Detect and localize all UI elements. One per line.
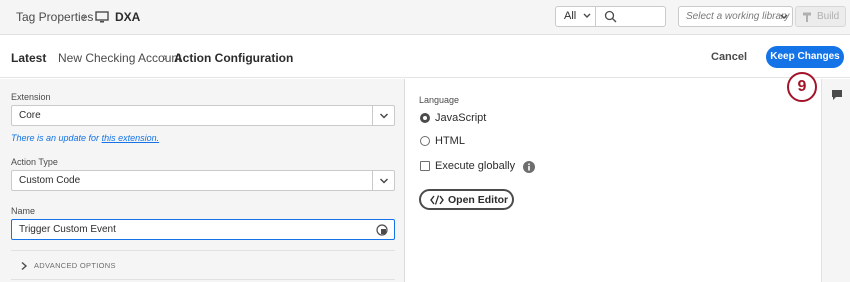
breadcrumb-separator: › xyxy=(163,50,167,64)
radio-javascript[interactable] xyxy=(420,113,430,123)
code-icon xyxy=(430,195,444,205)
chevron-down-icon xyxy=(379,113,389,119)
action-type-select[interactable]: Custom Code xyxy=(11,170,395,191)
advanced-options-label: ADVANCED OPTIONS xyxy=(34,261,116,270)
update-notice-text: There is an update for xyxy=(11,133,102,143)
search-icon[interactable] xyxy=(604,10,617,23)
extension-dropdown-button[interactable] xyxy=(372,106,394,125)
action-header: Latest New Checking Account › Action Con… xyxy=(0,36,850,78)
radio-javascript-label[interactable]: JavaScript xyxy=(435,112,486,124)
chevron-down-icon xyxy=(379,178,389,184)
update-link[interactable]: this extension. xyxy=(102,133,160,143)
side-rail xyxy=(821,79,850,282)
comment-icon[interactable] xyxy=(831,89,843,101)
filter-select-value: All xyxy=(564,10,577,22)
code-settings-panel: Language JavaScript HTML Execute globall… xyxy=(406,79,821,282)
data-element-icon[interactable] xyxy=(376,224,388,236)
open-editor-label: Open Editor xyxy=(448,194,509,206)
breadcrumb-separator: › xyxy=(82,9,87,24)
action-config-form: Extension Core There is an update for th… xyxy=(0,79,405,282)
radio-html[interactable] xyxy=(420,136,430,146)
monitor-icon xyxy=(95,11,109,23)
filter-select[interactable]: All xyxy=(556,7,596,26)
step-number-badge: 9 xyxy=(787,72,817,102)
name-value: Trigger Custom Event xyxy=(19,224,116,235)
extension-select[interactable]: Core xyxy=(11,105,395,126)
property-name: DXA xyxy=(115,10,141,24)
execute-globally-checkbox[interactable] xyxy=(420,161,430,171)
chevron-right-icon xyxy=(21,261,28,271)
extension-value: Core xyxy=(19,110,41,121)
info-icon[interactable] xyxy=(523,161,535,173)
name-label: Name xyxy=(11,206,36,216)
action-type-label: Action Type xyxy=(11,157,58,167)
name-field[interactable]: Trigger Custom Event xyxy=(11,219,395,240)
open-editor-button[interactable]: Open Editor xyxy=(419,189,514,210)
build-label: Build xyxy=(817,11,840,22)
chevron-down-icon xyxy=(780,14,788,19)
action-type-dropdown-button[interactable] xyxy=(372,171,394,190)
hammer-icon xyxy=(803,12,811,22)
action-type-value: Custom Code xyxy=(19,175,81,186)
working-library-select[interactable]: Select a working library xyxy=(678,6,793,27)
chevron-down-icon xyxy=(583,13,591,18)
extension-label: Extension xyxy=(11,92,51,102)
radio-html-label[interactable]: HTML xyxy=(435,135,465,147)
cancel-button[interactable]: Cancel xyxy=(711,51,747,63)
breadcrumb-latest[interactable]: Latest xyxy=(11,51,46,65)
working-library-placeholder: Select a working library xyxy=(686,11,790,22)
page-title: Action Configuration xyxy=(174,51,294,65)
execute-globally-label[interactable]: Execute globally xyxy=(435,160,515,172)
language-label: Language xyxy=(419,95,460,105)
advanced-options-toggle[interactable]: ADVANCED OPTIONS xyxy=(11,250,395,280)
keep-changes-button[interactable]: Keep Changes xyxy=(766,46,844,68)
build-button[interactable]: Build xyxy=(795,6,846,27)
update-notice: There is an update for this extension. xyxy=(11,133,159,143)
top-bar: Tag Properties › DXA All Select a workin… xyxy=(0,0,850,35)
search-filter: All xyxy=(555,6,666,27)
